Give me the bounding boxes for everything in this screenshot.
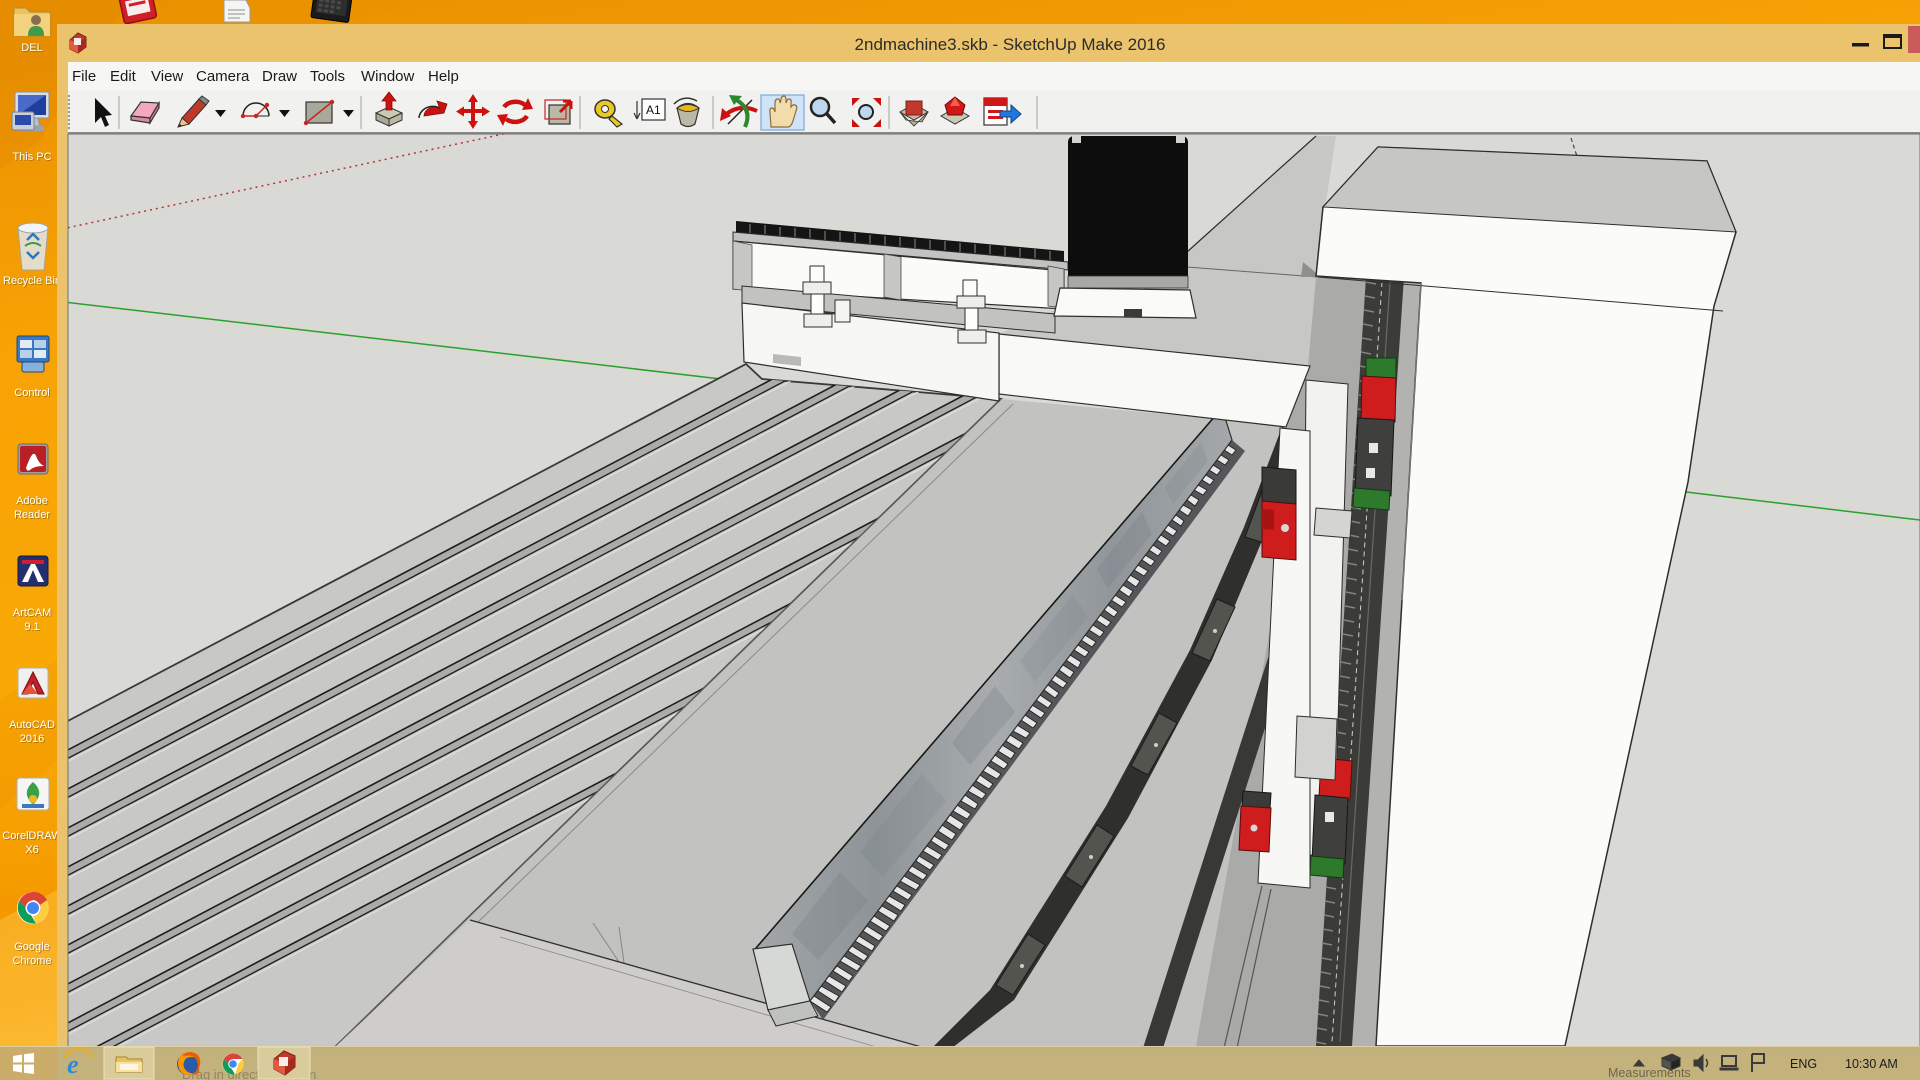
svg-text:A1: A1: [646, 103, 661, 117]
svg-text:This PC: This PC: [12, 151, 51, 163]
svg-text:e: e: [67, 1050, 79, 1079]
svg-text:ArtCAM: ArtCAM: [13, 607, 52, 619]
svg-text:AutoCAD: AutoCAD: [9, 719, 55, 731]
svg-text:Window: Window: [361, 68, 415, 85]
svg-text:10:30 AM: 10:30 AM: [1845, 1057, 1898, 1071]
svg-text:2016: 2016: [20, 733, 44, 745]
svg-text:Draw: Draw: [262, 68, 297, 85]
svg-text:Control: Control: [14, 387, 49, 399]
svg-text:Recycle Bin: Recycle Bin: [3, 275, 61, 287]
svg-text:Edit: Edit: [110, 68, 137, 85]
svg-text:Adobe: Adobe: [16, 495, 48, 507]
svg-text:Camera: Camera: [196, 68, 250, 85]
svg-text:Help: Help: [428, 68, 459, 85]
svg-text:Measurements: Measurements: [1608, 1066, 1691, 1080]
svg-text:DEL: DEL: [21, 42, 42, 54]
svg-text:Reader: Reader: [14, 509, 50, 521]
svg-text:File: File: [72, 68, 96, 85]
svg-text:Tools: Tools: [310, 68, 345, 85]
svg-text:ENG: ENG: [1790, 1057, 1817, 1071]
svg-text:2ndmachine3.skb - SketchUp Mak: 2ndmachine3.skb - SketchUp Make 2016: [855, 35, 1166, 54]
svg-text:X6: X6: [25, 844, 38, 856]
svg-text:View: View: [151, 68, 183, 85]
svg-text:Chrome: Chrome: [12, 955, 51, 967]
svg-text:9.1: 9.1: [24, 621, 39, 633]
svg-text:CorelDRAW: CorelDRAW: [2, 830, 62, 842]
svg-text:Google: Google: [14, 941, 49, 953]
